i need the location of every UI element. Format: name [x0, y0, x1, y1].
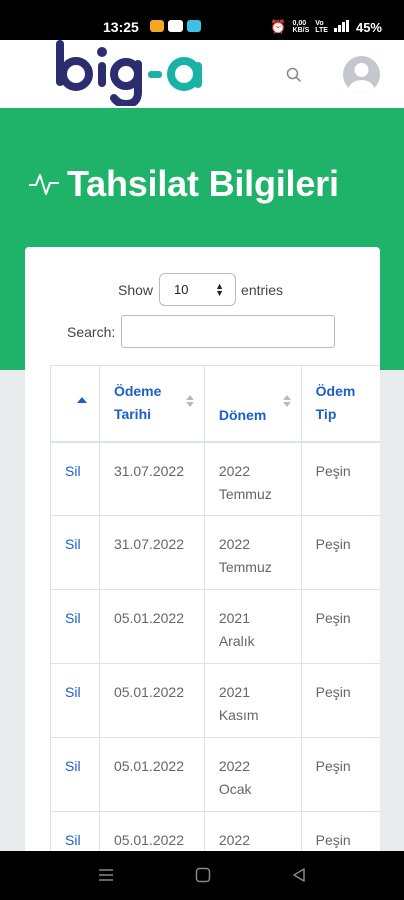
- column-header-action[interactable]: [50, 365, 100, 443]
- period-cell: 2021 Aralık: [203, 589, 302, 664]
- column-header-date[interactable]: Ödeme Tarihi: [98, 365, 205, 443]
- table-row: Sil 31.07.2022 2022 Temmuz Peşin: [50, 515, 380, 590]
- app-header: [0, 40, 404, 111]
- select-arrows-icon: ▲ ▼: [215, 280, 225, 298]
- big-a-logo[interactable]: [56, 40, 216, 111]
- net-speed: 0,00 KB/S: [292, 20, 310, 34]
- period-cell: 2022 Temmuz: [203, 441, 302, 516]
- entries-select[interactable]: 10 ▲ ▼: [159, 273, 237, 306]
- battery-percent: 45%: [355, 19, 382, 35]
- table-row: Sil 05.01.2022 2022 Ocak Peşin: [50, 737, 380, 812]
- payment-date-cell: 31.07.2022: [98, 441, 205, 516]
- payment-type-cell: Peşin: [300, 515, 380, 590]
- sort-icon: [185, 395, 194, 407]
- sort-asc-icon: [77, 397, 87, 403]
- entries-control: Show 10 ▲ ▼ entries: [118, 273, 283, 306]
- payment-type-cell: Peşin: [300, 441, 380, 516]
- payment-type-cell: Peşin: [300, 737, 380, 812]
- avatar-icon[interactable]: [343, 56, 380, 93]
- sort-icon: [282, 395, 291, 407]
- recent-apps-icon[interactable]: [98, 867, 114, 888]
- app-notification-icon: [187, 20, 201, 32]
- column-header-type[interactable]: Ödem Tip: [300, 365, 380, 443]
- system-nav-bar: [0, 851, 404, 900]
- payment-type-cell: Peşin: [300, 663, 380, 738]
- page-title: Tahsilat Bilgileri: [67, 163, 339, 204]
- back-icon[interactable]: [291, 867, 307, 888]
- search-icon[interactable]: [285, 66, 303, 84]
- delete-link[interactable]: Sil: [50, 737, 100, 812]
- search-label: Search:: [67, 323, 116, 340]
- payment-date-cell: 31.07.2022: [98, 515, 205, 590]
- period-cell: 2022 Temmuz: [203, 515, 302, 590]
- status-time: 13:25: [103, 19, 139, 35]
- period-cell: 2022 Ocak: [203, 737, 302, 812]
- period-cell: 2021 Kasım: [203, 663, 302, 738]
- table-search: Search:: [67, 315, 336, 348]
- payments-table-wrap[interactable]: Ödeme Tarihi Dönem Ödem Tip Sil 31.07.20…: [50, 365, 380, 867]
- column-header-period[interactable]: Dönem: [203, 365, 302, 443]
- payment-type-cell: Peşin: [300, 589, 380, 664]
- table-header-row: Ödeme Tarihi Dönem Ödem Tip: [50, 365, 380, 443]
- signal-icon: [333, 19, 350, 35]
- entries-label: entries: [241, 281, 284, 298]
- table-row: Sil 05.01.2022 2021 Kasım Peşin: [50, 663, 380, 738]
- status-bar: 13:25 ⏰ 0,00 KB/S Vo LTE 45%: [0, 0, 404, 40]
- delete-link[interactable]: Sil: [50, 589, 100, 664]
- table-row: Sil 05.01.2022 2021 Aralık Peşin: [50, 589, 380, 664]
- payment-date-cell: 05.01.2022: [98, 663, 205, 738]
- alarm-icon: ⏰: [270, 19, 287, 34]
- delete-link[interactable]: Sil: [50, 515, 100, 590]
- delete-link[interactable]: Sil: [50, 441, 100, 516]
- home-icon[interactable]: [195, 867, 211, 888]
- payments-table: Ödeme Tarihi Dönem Ödem Tip Sil 31.07.20…: [50, 365, 380, 867]
- status-indicators: ⏰ 0,00 KB/S Vo LTE 45%: [270, 19, 382, 35]
- payment-date-cell: 05.01.2022: [98, 737, 205, 812]
- notification-icons: [150, 20, 201, 32]
- delete-link[interactable]: Sil: [50, 663, 100, 738]
- entries-value: 10: [174, 282, 189, 297]
- activity-pulse-icon: [28, 170, 60, 203]
- show-label: Show: [118, 281, 154, 298]
- payment-date-cell: 05.01.2022: [98, 589, 205, 664]
- table-row: Sil 31.07.2022 2022 Temmuz Peşin: [50, 441, 380, 516]
- app-notification-icon: [150, 20, 164, 32]
- youtube-icon: [168, 20, 183, 32]
- network-type: Vo LTE: [315, 20, 328, 34]
- search-input[interactable]: [121, 315, 336, 348]
- payments-card: Show 10 ▲▼ entries Search: Ödeme Tarihi: [25, 247, 380, 867]
